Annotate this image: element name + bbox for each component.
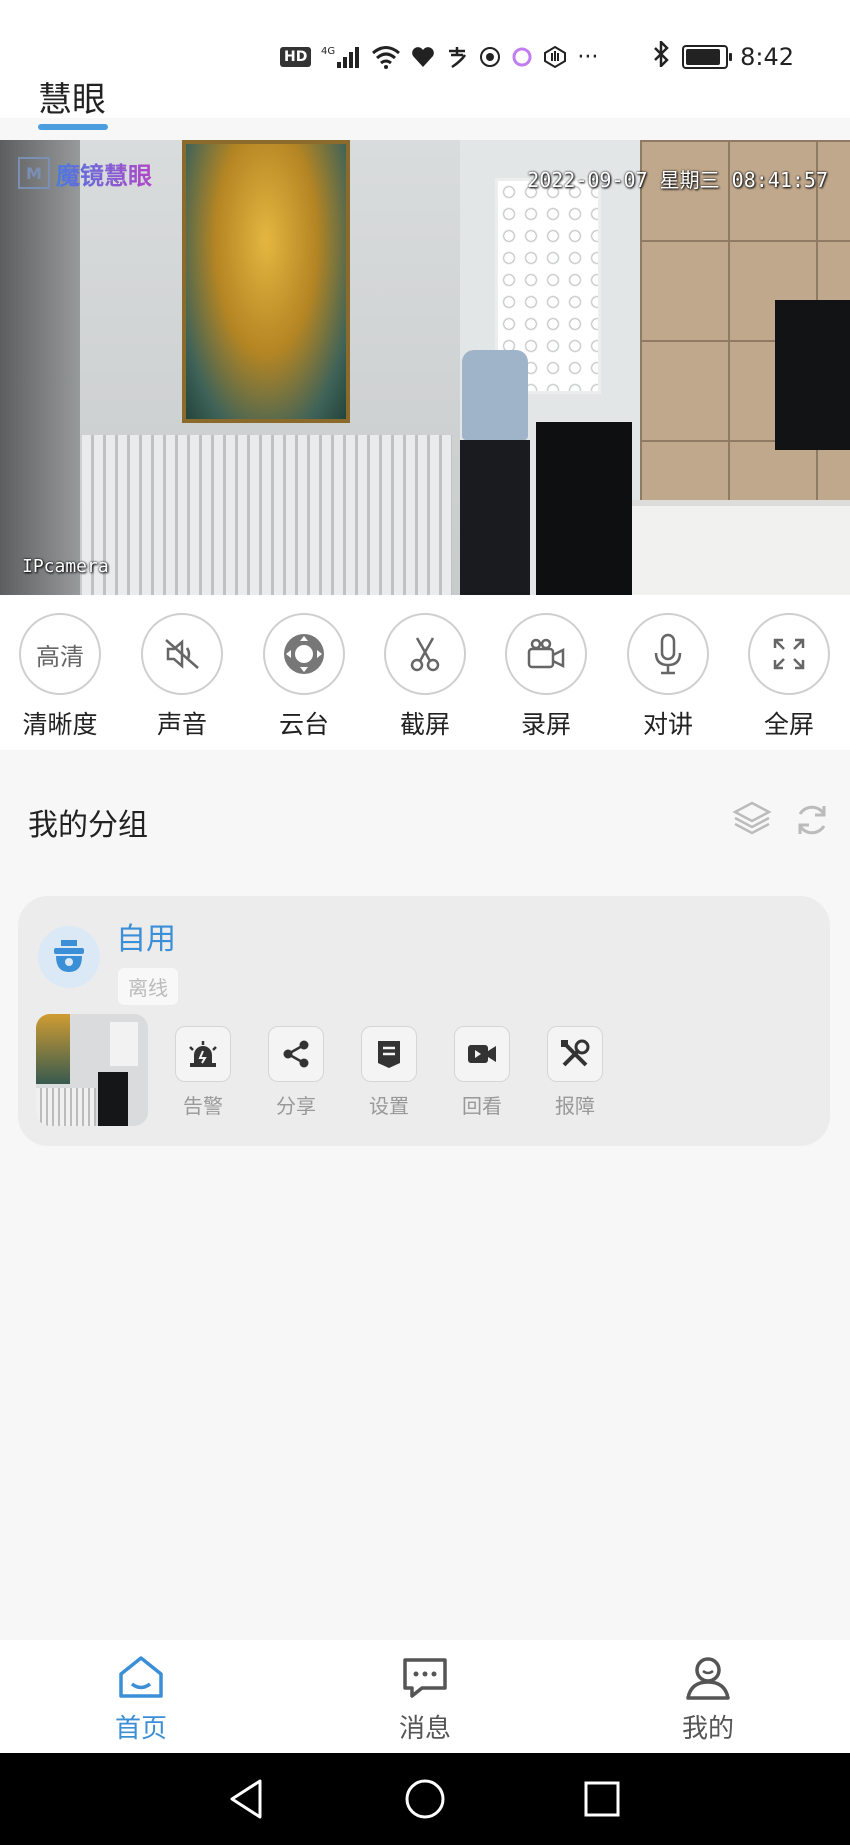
thumb-cooler [98,1072,128,1126]
fullscreen-icon [748,613,830,695]
device-thumbnail[interactable] [36,1014,148,1126]
gesture-icon [543,45,567,69]
microphone-icon [627,613,709,695]
screenshot-button[interactable]: 截屏 [380,613,470,741]
fullscreen-label: 全屏 [763,710,814,739]
more-dots-icon: ··· [577,44,599,70]
intercom-button[interactable]: 对讲 [623,613,713,741]
scene-cabinet [632,500,850,595]
status-badge: 离线 [118,968,178,1005]
network-label: 4G [321,46,335,57]
mute-icon [141,613,223,695]
alipay-icon [445,45,469,69]
screenshot-label: 截屏 [399,710,450,739]
4g-signal-icon: 4G [321,44,361,70]
circle-app-icon [511,46,533,68]
status-icons: HD 4G ··· [280,40,598,74]
share-button[interactable]: 分享 [261,1026,331,1119]
record-label: 录屏 [520,710,571,739]
sound-label: 声音 [156,710,207,739]
status-time: 8:42 [740,43,794,71]
group-panel: 我的分组 自用 离线 告警 分享 设置 回看 报障 [0,750,850,1640]
status-right: 8:42 [652,38,794,74]
message-icon [365,1654,485,1704]
home-circle-icon[interactable] [403,1777,447,1825]
sound-button[interactable]: 声音 [137,613,227,741]
settings-doc-icon [361,1026,417,1082]
recents-icon[interactable] [582,1777,622,1825]
health-icon [411,46,435,68]
camera-live-view[interactable]: M 魔镜慧眼 2022-09-07 星期三 08:41:57 IPcamera [0,140,850,595]
playback-button[interactable]: 回看 [447,1026,517,1119]
sf-icon [479,46,501,68]
control-row: 高清 清晰度 声音 云台 截屏 录屏 对讲 全屏 [0,595,850,750]
scene-tv [775,300,850,450]
thumb-lattice [110,1022,138,1066]
scene-hallway [0,140,90,595]
clarity-label: 清晰度 [22,710,98,739]
settings-label: 设置 [369,1094,409,1118]
alarm-label: 告警 [183,1094,223,1118]
camera-logo-text: 魔镜慧眼 [56,156,152,191]
refresh-icon[interactable] [792,800,832,844]
status-bar: HD 4G ··· 8:42 慧眼 [0,0,850,130]
bluetooth-icon [652,38,670,73]
intercom-label: 对讲 [642,710,693,739]
device-card[interactable]: 自用 离线 告警 分享 设置 回看 报障 [18,896,830,1146]
camera-logo: M 魔镜慧眼 [18,156,158,190]
layers-icon[interactable] [732,800,772,840]
nav-mine-label: 我的 [681,1714,734,1744]
device-name[interactable]: 自用 [116,914,176,958]
nav-home-label: 首页 [114,1714,167,1744]
camera-label: IPcamera [22,556,109,577]
camera-timestamp: 2022-09-07 星期三 08:41:57 [527,168,828,192]
home-icon [81,1654,201,1704]
report-button[interactable]: 报障 [540,1026,610,1119]
bottom-nav: 首页 消息 我的 [0,1640,850,1753]
fullscreen-button[interactable]: 全屏 [744,613,834,741]
share-label: 分享 [276,1094,316,1118]
scene-painting [182,140,350,423]
scissors-icon [384,613,466,695]
back-icon[interactable] [226,1777,266,1825]
nav-messages-label: 消息 [398,1714,451,1744]
ptz-icon [263,613,345,695]
thumb-radiator [36,1088,96,1126]
title-underline [38,124,108,130]
scene-bottle [462,350,528,440]
camera-logo-mark: M [18,157,50,189]
battery-icon [682,45,733,69]
video-camera-icon [505,613,587,695]
group-header: 我的分组 [28,808,148,843]
nav-home[interactable]: 首页 [81,1654,201,1745]
share-icon [268,1026,324,1082]
report-label: 报障 [555,1094,595,1118]
camera-device-icon [38,926,100,988]
tools-icon [547,1026,603,1082]
wifi-icon [371,44,401,70]
scene-water-cooler [460,350,530,595]
scene-speaker [536,422,632,595]
ptz-button[interactable]: 云台 [259,613,349,741]
system-nav-bar [0,1753,850,1845]
hd-icon: HD [280,47,312,67]
playback-label: 回看 [462,1094,502,1118]
scene-radiator [82,435,452,595]
scene-cooler-body [460,440,530,595]
nav-mine[interactable]: 我的 [648,1654,768,1745]
siren-icon [175,1026,231,1082]
ptz-label: 云台 [278,710,329,739]
clarity-icon: 高清 [19,613,101,695]
record-button[interactable]: 录屏 [501,613,591,741]
alarm-button[interactable]: 告警 [168,1026,238,1119]
profile-icon [648,1654,768,1704]
settings-button[interactable]: 设置 [354,1026,424,1119]
playback-icon [454,1026,510,1082]
nav-messages[interactable]: 消息 [365,1654,485,1745]
page-title[interactable]: 慧眼 [38,72,106,121]
clarity-button[interactable]: 高清 清晰度 [15,613,105,741]
thumb-painting [36,1014,70,1084]
battery-fill [686,49,721,65]
